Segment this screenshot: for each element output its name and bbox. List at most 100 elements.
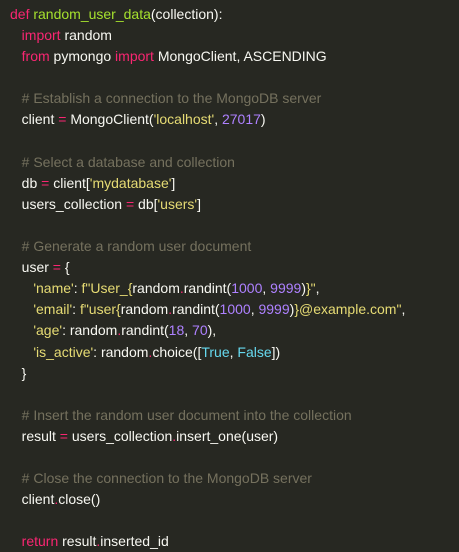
- code-token: 18: [168, 322, 185, 339]
- code-line[interactable]: [10, 384, 459, 405]
- code-token: close(): [58, 491, 101, 508]
- code-token: client: [10, 491, 55, 508]
- code-line[interactable]: 'name': f"User_{random.randint(1000, 999…: [10, 278, 459, 299]
- code-token: ,: [315, 280, 320, 297]
- code-line[interactable]: import random: [10, 25, 459, 46]
- code-token: user: [10, 259, 53, 276]
- code-token: 'users': [157, 195, 198, 212]
- code-token: randint(: [172, 301, 220, 318]
- code-token: 9999: [258, 301, 290, 318]
- code-token: random: [60, 27, 112, 44]
- code-line[interactable]: def random_user_data(collection):: [10, 4, 459, 25]
- code-line[interactable]: [10, 510, 459, 531]
- code-token: # Insert the random user document into t…: [21, 406, 352, 423]
- code-token: ,: [262, 280, 271, 297]
- code-token: True: [201, 343, 230, 360]
- code-token: import: [21, 27, 61, 44]
- code-line[interactable]: return result.inserted_id: [10, 531, 459, 552]
- code-line[interactable]: [10, 67, 459, 88]
- code-line[interactable]: # Generate a random user document: [10, 236, 459, 257]
- code-token: }: [10, 364, 27, 381]
- code-token: client: [10, 111, 59, 128]
- code-token: ]): [271, 343, 281, 360]
- code-token: randint(: [183, 280, 232, 297]
- code-token: =: [125, 195, 135, 212]
- code-line[interactable]: # Select a database and collection: [10, 152, 459, 173]
- code-token: random_user_data: [33, 6, 151, 22]
- code-token: 1000: [219, 301, 251, 318]
- code-token: ]: [197, 195, 201, 212]
- code-line[interactable]: client = MongoClient('localhost', 27017): [10, 109, 459, 130]
- code-token: random: [120, 301, 169, 318]
- code-token: =: [52, 259, 61, 276]
- code-token: from: [21, 48, 50, 65]
- code-token: result: [58, 533, 97, 550]
- code-line[interactable]: [10, 215, 459, 236]
- code-line[interactable]: client.close(): [10, 489, 459, 510]
- code-token: 'mydatabase': [89, 174, 172, 191]
- code-token: choice([: [152, 343, 202, 360]
- code-line[interactable]: }: [10, 363, 459, 384]
- code-token: f"User_{: [81, 280, 133, 297]
- code-line[interactable]: db = client['mydatabase']: [10, 173, 459, 194]
- code-line[interactable]: [10, 131, 459, 152]
- code-token: import: [115, 48, 154, 65]
- code-line[interactable]: user = {: [10, 257, 459, 278]
- code-token: random: [132, 280, 180, 297]
- code-token: 'email': [33, 301, 73, 318]
- code-line[interactable]: result = users_collection.insert_one(use…: [10, 426, 459, 447]
- code-token: 70: [192, 322, 208, 339]
- code-token: # Select a database and collection: [21, 153, 235, 170]
- code-token: 'is_active': [33, 343, 94, 360]
- code-line[interactable]: users_collection = db['users']: [10, 194, 459, 215]
- code-line[interactable]: # Establish a connection to the MongoDB …: [10, 88, 459, 109]
- code-token: }@example.com": [294, 301, 402, 318]
- code-token: 9999: [270, 280, 302, 297]
- code-token: ): [260, 111, 266, 128]
- code-token: }": [305, 280, 316, 297]
- code-token: pymongo: [49, 48, 116, 65]
- code-token: def: [10, 6, 30, 22]
- code-line[interactable]: 'is_active': random.choice([True, False]…: [10, 342, 459, 363]
- code-token: MongoClient(: [66, 111, 154, 128]
- code-line[interactable]: # Close the connection to the MongoDB se…: [10, 468, 459, 489]
- code-token: randint(: [121, 322, 169, 339]
- code-token: (collection):: [150, 6, 223, 22]
- code-token: 1000: [231, 280, 263, 297]
- code-token: ),: [207, 322, 217, 339]
- code-token: : random: [62, 322, 118, 339]
- code-token: # Generate a random user document: [21, 238, 252, 255]
- code-line[interactable]: # Insert the random user document into t…: [10, 405, 459, 426]
- code-token: # Establish a connection to the MongoDB …: [21, 90, 322, 107]
- code-line[interactable]: 'email': f"user{random.randint(1000, 999…: [10, 299, 459, 320]
- code-token: MongoClient, ASCENDING: [153, 48, 327, 65]
- code-line[interactable]: [10, 447, 459, 468]
- code-token: inserted_id: [100, 533, 169, 550]
- code-editor[interactable]: def random_user_data(collection): import…: [0, 0, 459, 549]
- code-token: ,: [401, 301, 406, 318]
- code-token: client[: [49, 174, 90, 191]
- code-token: db[: [134, 195, 158, 212]
- code-token: ]: [171, 174, 176, 191]
- code-token: f"user{: [79, 301, 121, 318]
- code-token: :: [73, 280, 82, 297]
- code-token: users_collection: [10, 195, 126, 212]
- code-token: 'age': [33, 322, 63, 339]
- code-token: {: [60, 259, 70, 276]
- code-line[interactable]: from pymongo import MongoClient, ASCENDI…: [10, 46, 459, 67]
- code-line[interactable]: 'age': random.randint(18, 70),: [10, 320, 459, 341]
- code-token: db: [10, 174, 42, 191]
- code-token: # Close the connection to the MongoDB se…: [21, 470, 312, 487]
- code-token: ,: [184, 322, 193, 339]
